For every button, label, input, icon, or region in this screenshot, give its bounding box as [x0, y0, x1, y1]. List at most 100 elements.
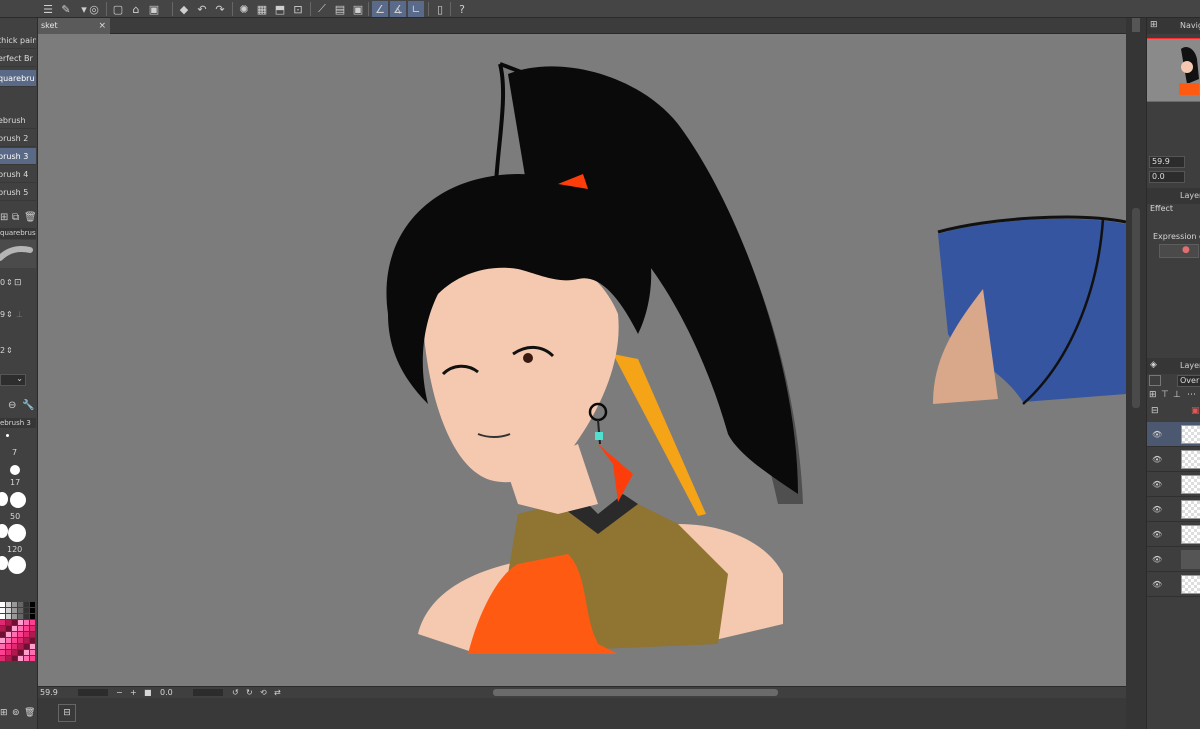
color-swatch[interactable] [30, 644, 35, 649]
color-swatch[interactable] [6, 608, 11, 613]
stepper-icon[interactable]: ⇕ [6, 278, 13, 287]
brush-opacity-row[interactable]: 9 ⇕ ⊥ [0, 310, 36, 324]
wrench-icon[interactable]: 🔧 [22, 400, 34, 411]
color-swatch[interactable] [6, 644, 11, 649]
color-swatch[interactable] [0, 608, 5, 613]
color-swatch[interactable] [12, 614, 17, 619]
color-swatch[interactable] [12, 632, 17, 637]
color-swatch[interactable] [24, 620, 29, 625]
close-icon[interactable]: × [98, 18, 106, 34]
color-swatch[interactable] [18, 602, 23, 607]
color-palette[interactable] [0, 602, 36, 662]
help-icon[interactable]: ? [454, 1, 470, 17]
brush-list-item[interactable]: brush 2 [0, 130, 36, 147]
eye-icon[interactable]: 👁 [1152, 455, 1162, 464]
layer-row[interactable]: 👁 [1147, 447, 1200, 472]
color-swatch[interactable] [18, 644, 23, 649]
color-swatch[interactable] [0, 620, 5, 625]
eye-icon[interactable]: 👁 [1152, 555, 1162, 564]
settings-icon[interactable]: ⊖ [8, 400, 16, 411]
brush-list-item[interactable]: quarebru [0, 70, 36, 87]
color-swatch[interactable] [30, 650, 35, 655]
snap-special-ruler-icon[interactable]: ∡ [390, 1, 406, 17]
brush-size-dot[interactable] [10, 492, 26, 508]
zoom-in-icon[interactable]: + [130, 687, 137, 698]
open-folder-icon[interactable]: ⌂ [128, 1, 144, 17]
color-swatch[interactable] [0, 650, 5, 655]
color-swatch[interactable] [30, 638, 35, 643]
color-swatch[interactable] [0, 614, 5, 619]
transform-icon[interactable]: ⬒ [272, 1, 288, 17]
zoom-slider[interactable] [78, 689, 108, 696]
brush-size-row[interactable]: 0 ⇕ ⊡ [0, 278, 36, 292]
zoom-out-icon[interactable]: − [116, 687, 123, 698]
eye-icon[interactable]: 👁 [1152, 505, 1162, 514]
color-settings-icon[interactable]: ⊚ [12, 708, 20, 718]
color-swatch[interactable] [30, 632, 35, 637]
color-swatch[interactable] [6, 638, 11, 643]
rotation-slider[interactable] [193, 689, 223, 696]
navigator-zoom-field[interactable]: 59.9 [1149, 156, 1185, 168]
color-swatch[interactable] [0, 602, 5, 607]
color-swatch[interactable] [30, 602, 35, 607]
color-swatch[interactable] [24, 608, 29, 613]
stepper-icon[interactable]: ⇕ [6, 346, 13, 355]
brush-list-item[interactable]: brush 5 [0, 184, 36, 201]
fill-icon[interactable]: ◆ [176, 1, 192, 17]
palette-color-icon[interactable]: ▣ [1191, 406, 1200, 416]
color-swatch[interactable] [18, 608, 23, 613]
pressure-icon[interactable]: ⊡ [14, 278, 22, 288]
grid-icon[interactable]: ▤ [332, 1, 348, 17]
eye-icon[interactable]: 👁 [1152, 480, 1162, 489]
panel-toggle-icon[interactable]: ⊟ [58, 704, 76, 722]
grid-icon[interactable]: ⊟ [1151, 406, 1159, 416]
reference-icon[interactable]: ⊥ [1173, 390, 1181, 400]
color-swatch[interactable] [6, 656, 11, 661]
brush-size-dot[interactable] [6, 434, 9, 437]
scroll-thumb[interactable] [1132, 208, 1140, 408]
color-swatch[interactable] [30, 656, 35, 661]
color-swatch[interactable] [6, 632, 11, 637]
fit-icon[interactable]: ■ [144, 687, 152, 698]
blend-mode-dropdown[interactable]: Overl [1177, 375, 1200, 387]
horizontal-scrollbar[interactable] [493, 689, 778, 696]
clip-icon[interactable]: ⊤ [1161, 390, 1169, 400]
flip-icon[interactable]: ⇄ [274, 687, 281, 698]
clear-icon[interactable]: ▦ [254, 1, 270, 17]
brush-density-row[interactable]: 2 ⇕ [0, 346, 36, 360]
color-swatch[interactable] [12, 608, 17, 613]
redo-icon[interactable]: ↷ [212, 1, 228, 17]
layer-row[interactable]: 👁 [1147, 472, 1200, 497]
color-swatch[interactable] [24, 602, 29, 607]
layer-row[interactable]: 👁 [1147, 422, 1200, 447]
trash-icon[interactable]: 🗑 [24, 212, 37, 223]
color-swatch[interactable] [12, 626, 17, 631]
color-swatch[interactable] [24, 650, 29, 655]
brush-size-dot[interactable] [8, 524, 26, 542]
navigator-rotation-field[interactable]: 0.0 [1149, 171, 1185, 183]
color-swatch[interactable] [0, 632, 5, 637]
color-swatch[interactable] [18, 650, 23, 655]
color-swatch[interactable] [18, 656, 23, 661]
eye-icon[interactable]: 👁 [1152, 580, 1162, 589]
canvas-area[interactable] [38, 34, 1126, 686]
color-swatch[interactable] [24, 644, 29, 649]
lock-icon[interactable]: ⊞ [1149, 390, 1157, 400]
color-swatch[interactable] [6, 614, 11, 619]
scroll-thumb[interactable] [1132, 18, 1140, 32]
vertical-scrollbar[interactable] [1126, 18, 1146, 729]
color-swatch[interactable] [6, 602, 11, 607]
color-swatch[interactable] [24, 626, 29, 631]
ruler-icon[interactable]: ⟋ [314, 1, 330, 17]
brush-list-item[interactable]: brush 4 [0, 166, 36, 183]
smartphone-icon[interactable]: ▯ [432, 1, 448, 17]
undo-icon[interactable]: ↶ [194, 1, 210, 17]
navigator-preview[interactable] [1147, 38, 1200, 102]
snap-grid-icon[interactable]: ∟ [408, 1, 424, 17]
color-swatch[interactable] [24, 632, 29, 637]
loading-icon[interactable]: ✺ [236, 1, 252, 17]
color-swatch[interactable] [18, 626, 23, 631]
color-swatch[interactable] [30, 626, 35, 631]
brush-size-dot[interactable] [8, 556, 26, 574]
color-swatch[interactable] [6, 626, 11, 631]
